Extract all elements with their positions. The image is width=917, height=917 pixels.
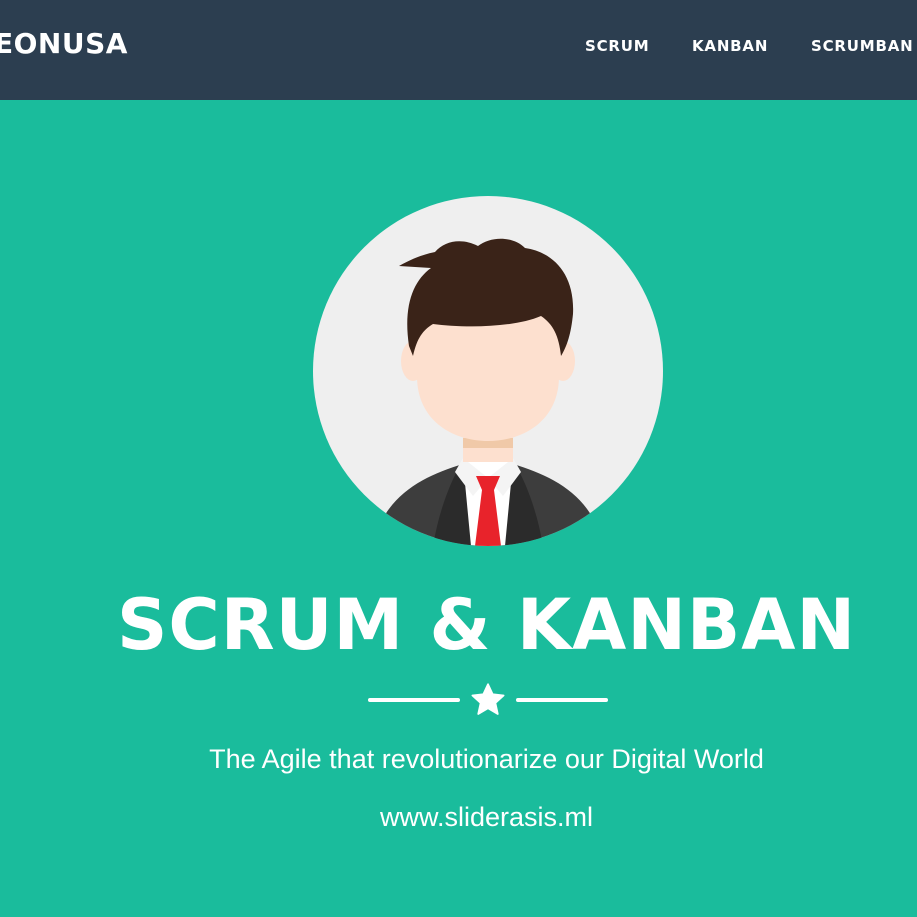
nav-link-scrumban[interactable]: SCRUMBAN [811,37,913,55]
brand-link[interactable]: EONUSA [0,27,128,60]
hero-title: SCRUM & KANBAN [116,584,857,666]
nav-link-kanban[interactable]: KANBAN [692,37,768,55]
divider-line-right [516,698,608,702]
star-icon [471,683,505,715]
navbar: EONUSA SCRUM KANBAN SCRUMBAN [0,0,917,100]
star-divider [368,680,608,720]
hero-url: www.sliderasis.ml [379,802,594,832]
user-avatar-icon [313,196,663,546]
divider-line-left [368,698,460,702]
nav-link-scrum[interactable]: SCRUM [585,37,649,55]
hero-subtitle: The Agile that revolutionarize our Digit… [209,744,764,774]
